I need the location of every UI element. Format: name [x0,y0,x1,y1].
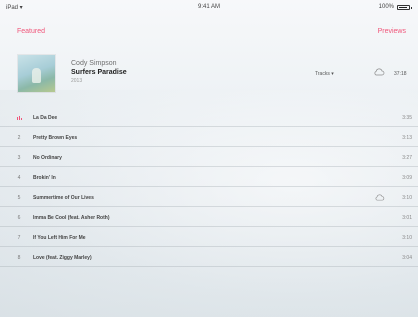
track-title: La Da Dee [33,115,58,121]
track-number: 5 [17,195,21,201]
track-title: Summertime of Our Lives [33,195,94,201]
track-title: No Ordinary [33,155,62,161]
track-duration: 3:13 [402,135,412,141]
track-title: Love (feat. Ziggy Marley) [33,255,92,261]
track-row[interactable]: 4 Brokin' In 3:09 [0,167,418,187]
track-row[interactable]: 2 Pretty Brown Eyes 3:13 [0,127,418,147]
track-title: Imma Be Cool (feat. Asher Roth) [33,215,110,221]
back-button[interactable]: Featured [17,28,45,35]
album-duration: 37:18 [394,71,407,77]
track-duration: 3:01 [402,215,412,221]
track-duration: 3:10 [402,195,412,201]
track-duration: 3:35 [402,115,412,121]
track-row[interactable]: 3 No Ordinary 3:27 [0,147,418,167]
navigation-bar: Featured Previews [0,24,418,40]
track-number: 4 [17,175,21,181]
track-number: 3 [17,155,21,161]
track-row[interactable]: 7 If You Left Him For Me 3:10 [0,227,418,247]
album-artwork-figure [32,68,41,83]
track-row[interactable]: 8 Love (feat. Ziggy Marley) 3:04 [0,247,418,267]
track-row[interactable]: 6 Imma Be Cool (feat. Asher Roth) 3:01 [0,207,418,227]
album-header: Cody Simpson Surfers Paradise 2013 Track… [0,50,418,94]
cloud-download-icon[interactable] [374,194,385,201]
album-info-dropdown[interactable]: Tracks ▾ [315,71,334,77]
track-duration: 3:04 [402,255,412,261]
track-row[interactable]: La Da Dee 3:35 [0,107,418,127]
track-title: Brokin' In [33,175,56,181]
cloud-download-icon[interactable] [373,68,385,76]
track-duration: 3:09 [402,175,412,181]
track-number: 7 [17,235,21,241]
track-number: 6 [17,215,21,221]
nav-right-button[interactable]: Previews [378,28,406,35]
now-playing-icon [17,116,22,120]
status-bar: iPad ▾ 9:41 AM 100% [0,0,418,16]
track-duration: 3:10 [402,235,412,241]
status-battery-percent: 100% [378,4,394,10]
track-title: Pretty Brown Eyes [33,135,78,141]
battery-icon [397,5,412,10]
ipad-screen: iPad ▾ 9:41 AM 100% Featured Previews Co… [0,0,418,317]
album-year: 2013 [71,78,83,84]
album-title: Surfers Paradise [71,69,127,76]
album-artwork [18,55,55,92]
track-number: 2 [17,135,21,141]
track-duration: 3:27 [402,155,412,161]
track-row[interactable]: 5 Summertime of Our Lives 3:10 [0,187,418,207]
status-time: 9:41 AM [197,4,220,10]
album-artist[interactable]: Cody Simpson [71,60,117,67]
track-title: If You Left Him For Me [33,235,86,241]
track-number: 8 [17,255,21,261]
